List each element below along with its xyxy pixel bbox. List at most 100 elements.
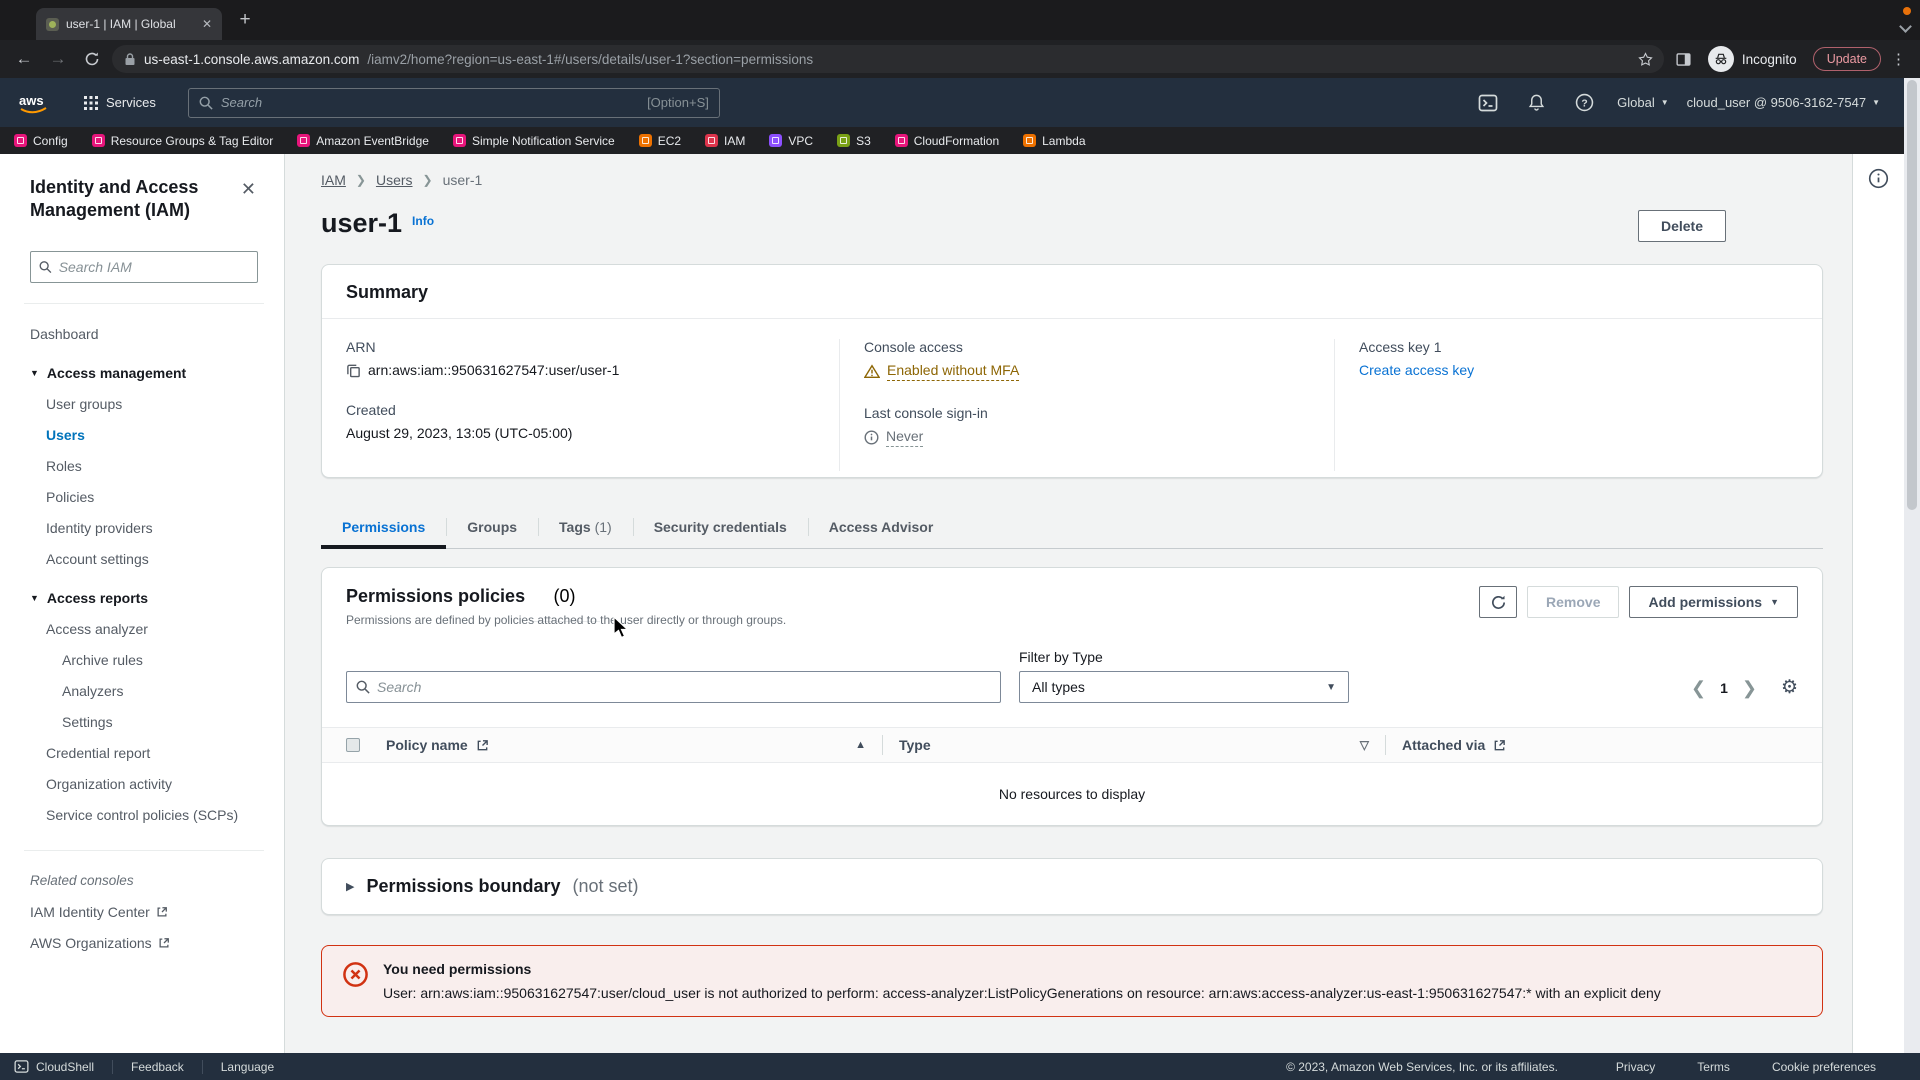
bookmark-item[interactable]: S3 (837, 134, 871, 148)
permissions-boundary-card[interactable]: ▶ Permissions boundary (not set) (321, 858, 1823, 915)
bookmark-item[interactable]: VPC (769, 134, 813, 148)
sort-ascending-icon[interactable]: ▲ (855, 739, 866, 751)
aws-logo[interactable]: aws (16, 91, 52, 115)
sidebar-item-account-settings[interactable]: Account settings (30, 543, 258, 574)
table-settings-gear-icon[interactable]: ⚙ (1781, 678, 1798, 697)
add-permissions-button[interactable]: Add permissions▼ (1629, 586, 1798, 618)
next-page-icon[interactable]: ❯ (1742, 679, 1757, 697)
page-number[interactable]: 1 (1720, 680, 1728, 696)
console-access-value[interactable]: Enabled without MFA (887, 362, 1019, 381)
page-scrollbar[interactable] (1904, 78, 1920, 1053)
sidebar-item-dashboard[interactable]: Dashboard (30, 318, 258, 349)
help-icon[interactable]: ? (1569, 93, 1599, 112)
footer-feedback[interactable]: Feedback (131, 1060, 184, 1074)
forward-button[interactable]: → (44, 45, 72, 73)
new-tab-button[interactable]: + (232, 10, 258, 36)
sidebar-section-access-reports[interactable]: ▼Access reports (30, 582, 258, 613)
cloudshell-icon (14, 1059, 29, 1074)
services-menu[interactable]: Services (84, 95, 156, 110)
info-panel-icon[interactable] (1868, 168, 1889, 189)
account-menu[interactable]: cloud_user @ 9506-3162-7547▼ (1687, 95, 1880, 110)
bookmark-item[interactable]: Resource Groups & Tag Editor (92, 134, 274, 148)
sidebar-close-icon[interactable]: ✕ (239, 178, 258, 200)
sidebar-item-aws-organizations[interactable]: AWS Organizations (30, 927, 258, 958)
bookmark-favicon-icon (837, 134, 850, 147)
column-type[interactable]: Type ▽ (899, 737, 1369, 753)
filter-icon[interactable]: ▽ (1360, 738, 1369, 752)
bookmark-item[interactable]: CloudFormation (895, 134, 999, 148)
type-filter-select[interactable]: All types▼ (1019, 671, 1349, 703)
sidebar-item-identity-providers[interactable]: Identity providers (30, 512, 258, 543)
chevron-right-icon: ❯ (356, 173, 366, 187)
last-signin-value[interactable]: Never (886, 428, 923, 447)
cloudshell-icon[interactable] (1473, 93, 1503, 113)
sidebar-item-analyzers[interactable]: Analyzers (30, 675, 258, 706)
footer-language[interactable]: Language (221, 1060, 274, 1074)
breadcrumb-users[interactable]: Users (376, 172, 413, 188)
column-attached-via[interactable]: Attached via (1402, 737, 1506, 753)
divider (202, 1060, 203, 1074)
browser-tab[interactable]: user-1 | IAM | Global ✕ (36, 8, 222, 40)
bookmark-item[interactable]: Config (14, 134, 68, 148)
side-panel-icon[interactable] (1670, 45, 1698, 73)
url-bar[interactable]: us-east-1.console.aws.amazon.com/iamv2/h… (112, 45, 1664, 73)
bookmark-item[interactable]: EC2 (639, 134, 681, 148)
account-label: cloud_user @ 9506-3162-7547 (1687, 95, 1866, 110)
notifications-bell-icon[interactable] (1521, 93, 1551, 112)
sidebar-item-users[interactable]: Users (30, 419, 258, 450)
sidebar-search-input[interactable] (59, 259, 249, 275)
console-access-label: Console access (864, 339, 1310, 355)
policy-search[interactable] (346, 671, 1001, 703)
footer-cookie-preferences[interactable]: Cookie preferences (1772, 1060, 1876, 1074)
bookmark-item[interactable]: Simple Notification Service (453, 134, 615, 148)
aws-search-bar[interactable]: Search [Option+S] (188, 88, 720, 118)
reload-button[interactable] (78, 45, 106, 73)
tab-access-advisor[interactable]: Access Advisor (808, 508, 955, 548)
incognito-badge[interactable]: Incognito (1704, 46, 1807, 72)
sidebar-item-organization-activity[interactable]: Organization activity (30, 768, 258, 799)
remove-button[interactable]: Remove (1527, 586, 1619, 618)
tab-security-credentials[interactable]: Security credentials (633, 508, 808, 548)
refresh-button[interactable] (1479, 586, 1517, 618)
sidebar-item-roles[interactable]: Roles (30, 450, 258, 481)
sidebar-item-credential-report[interactable]: Credential report (30, 737, 258, 768)
policy-search-input[interactable] (377, 679, 991, 695)
back-button[interactable]: ← (10, 45, 38, 73)
tab-groups[interactable]: Groups (446, 508, 538, 548)
bookmark-label: Lambda (1042, 134, 1085, 148)
sidebar-item-settings[interactable]: Settings (30, 706, 258, 737)
select-all-checkbox[interactable] (346, 738, 360, 752)
tab-tags[interactable]: Tags (1) (538, 508, 633, 548)
sidebar-item-access-analyzer[interactable]: Access analyzer (30, 613, 258, 644)
bookmark-item[interactable]: IAM (705, 134, 745, 148)
sidebar-item-iam-identity-center[interactable]: IAM Identity Center (30, 896, 258, 927)
footer-terms[interactable]: Terms (1697, 1060, 1730, 1074)
copy-icon[interactable] (346, 363, 361, 378)
tab-close-icon[interactable]: ✕ (200, 16, 214, 32)
delete-button[interactable]: Delete (1638, 210, 1726, 242)
scrollbar-thumb[interactable] (1907, 80, 1917, 510)
bookmark-star-icon[interactable] (1637, 51, 1654, 68)
tab-permissions[interactable]: Permissions (321, 508, 446, 548)
browser-menu-icon[interactable]: ⋮ (1887, 50, 1910, 68)
column-policy-name[interactable]: Policy name ▲ (386, 737, 866, 753)
region-selector[interactable]: Global▼ (1617, 95, 1669, 110)
sidebar-item-user-groups[interactable]: User groups (30, 388, 258, 419)
sidebar-item-archive-rules[interactable]: Archive rules (30, 644, 258, 675)
bookmark-item[interactable]: Lambda (1023, 134, 1085, 148)
bookmark-favicon-icon (92, 134, 105, 147)
sidebar-section-access-management[interactable]: ▼Access management (30, 357, 258, 388)
footer-cloudshell[interactable]: CloudShell (14, 1059, 94, 1074)
sidebar-item-service-control-policies-scps-[interactable]: Service control policies (SCPs) (30, 799, 258, 830)
expand-caret-icon[interactable]: ▶ (346, 880, 354, 893)
create-access-key-link[interactable]: Create access key (1359, 362, 1474, 378)
browser-update-button[interactable]: Update (1813, 47, 1881, 71)
sidebar-search[interactable] (30, 251, 258, 283)
bookmark-item[interactable]: Amazon EventBridge (297, 134, 429, 148)
breadcrumb-iam[interactable]: IAM (321, 172, 346, 188)
previous-page-icon[interactable]: ❮ (1691, 679, 1706, 697)
footer-privacy[interactable]: Privacy (1616, 1060, 1655, 1074)
sidebar-item-policies[interactable]: Policies (30, 481, 258, 512)
chevron-down-icon[interactable] (1899, 20, 1912, 33)
info-link[interactable]: Info (412, 214, 434, 228)
